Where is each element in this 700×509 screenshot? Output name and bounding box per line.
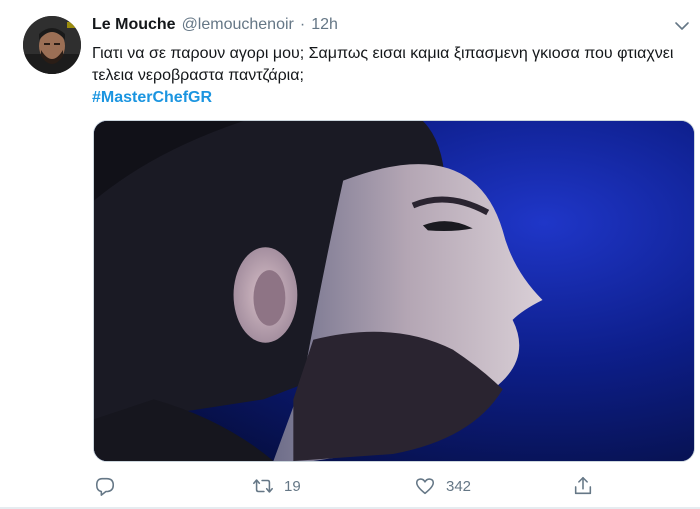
- timestamp[interactable]: 12h: [311, 16, 338, 34]
- heart-icon: [415, 478, 435, 495]
- tweet-media-image[interactable]: [93, 120, 695, 462]
- tweet-text: Γιατι να σε παρουν αγορι μου; Σαμπως εισ…: [92, 45, 674, 84]
- separator-dot: ·: [299, 16, 306, 33]
- user-handle[interactable]: @lemouchenoir: [182, 16, 294, 34]
- retweet-icon: [253, 479, 273, 493]
- media-photo: [94, 121, 694, 461]
- retweet-button[interactable]: 19: [252, 472, 301, 500]
- chevron-down-icon[interactable]: [674, 18, 690, 34]
- reply-icon: [95, 477, 115, 496]
- reply-button[interactable]: [94, 472, 116, 500]
- tweet-header: Le Mouche @lemouchenoir · 12h: [92, 16, 338, 38]
- like-button[interactable]: 342: [414, 472, 471, 500]
- share-icon: [574, 476, 592, 495]
- tweet-card[interactable]: Le Mouche @lemouchenoir · 12h Γιατι να σ…: [0, 0, 700, 509]
- like-count: 342: [446, 477, 472, 495]
- retweet-count: 19: [284, 477, 301, 495]
- share-button[interactable]: [572, 472, 594, 500]
- avatar[interactable]: [23, 16, 81, 74]
- tweet-actions: 19 342: [92, 472, 692, 500]
- hashtag-link[interactable]: #MasterChefGR: [92, 87, 212, 109]
- avatar-image: [23, 16, 81, 74]
- display-name[interactable]: Le Mouche: [92, 16, 176, 34]
